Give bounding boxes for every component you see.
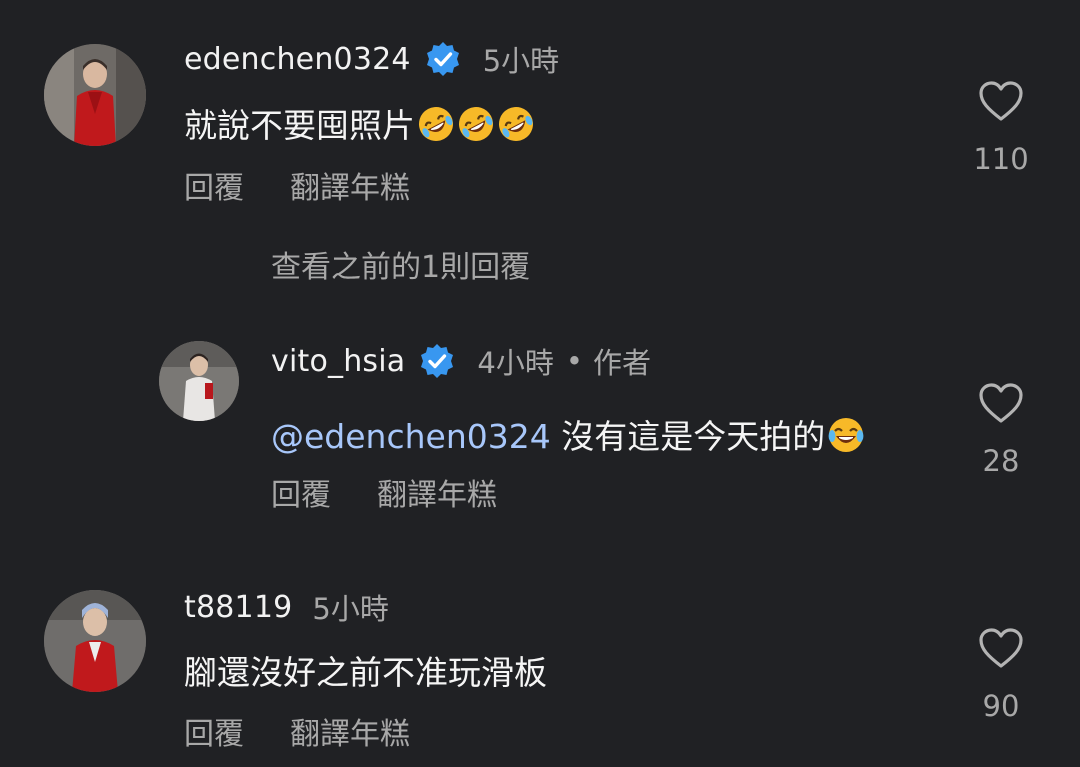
avatar-t88119[interactable] (44, 590, 146, 692)
verified-badge-icon (419, 343, 455, 379)
like-count: 90 (982, 689, 1020, 723)
comment-time: 4小時 (477, 346, 554, 380)
comment-text-content: 腳還沒好之前不准玩滑板 (184, 653, 547, 692)
comment-text-content: 沒有這是今天拍的 (561, 417, 826, 456)
author-badge: 作者 (592, 346, 651, 380)
comment-time: 5小時 (482, 44, 560, 78)
reply-button[interactable]: 回覆 (184, 709, 244, 753)
reply-button[interactable]: 回覆 (184, 163, 244, 207)
translate-button[interactable]: 翻譯年糕 (290, 709, 410, 753)
like-count: 110 (973, 142, 1029, 176)
verified-badge-icon (425, 41, 461, 77)
comment-time: 5小時 (312, 592, 389, 626)
translate-button[interactable]: 翻譯年糕 (290, 163, 410, 207)
comment-text: 腳還沒好之前不准玩滑板 (184, 646, 547, 694)
rolling-on-floor-laughing-emoji-icon (497, 105, 535, 143)
heart-icon[interactable] (978, 382, 1024, 424)
heart-icon[interactable] (978, 80, 1024, 122)
username[interactable]: t88119 (184, 590, 292, 625)
reply-button[interactable]: 回覆 (271, 470, 331, 514)
translate-button[interactable]: 翻譯年糕 (377, 470, 497, 514)
comment-text: @edenchen0324 沒有這是今天拍的 (271, 410, 865, 458)
avatar-vito-hsia[interactable] (159, 341, 239, 421)
heart-icon[interactable] (978, 627, 1024, 669)
username[interactable]: vito_hsia (271, 344, 405, 379)
face-with-tears-of-joy-emoji-icon (827, 416, 865, 454)
avatar-edenchen0324[interactable] (44, 44, 146, 146)
comment-text: 就說不要囤照片 (184, 99, 535, 147)
comment-text-content: 就說不要囤照片 (184, 106, 415, 145)
username[interactable]: edenchen0324 (184, 42, 411, 77)
mention-link[interactable]: @edenchen0324 (271, 417, 551, 456)
rolling-on-floor-laughing-emoji-icon (457, 105, 495, 143)
rolling-on-floor-laughing-emoji-icon (417, 105, 455, 143)
view-previous-replies-link[interactable]: 查看之前的1則回覆 (271, 242, 530, 286)
like-count: 28 (982, 444, 1020, 478)
separator-dot: • (565, 344, 583, 378)
